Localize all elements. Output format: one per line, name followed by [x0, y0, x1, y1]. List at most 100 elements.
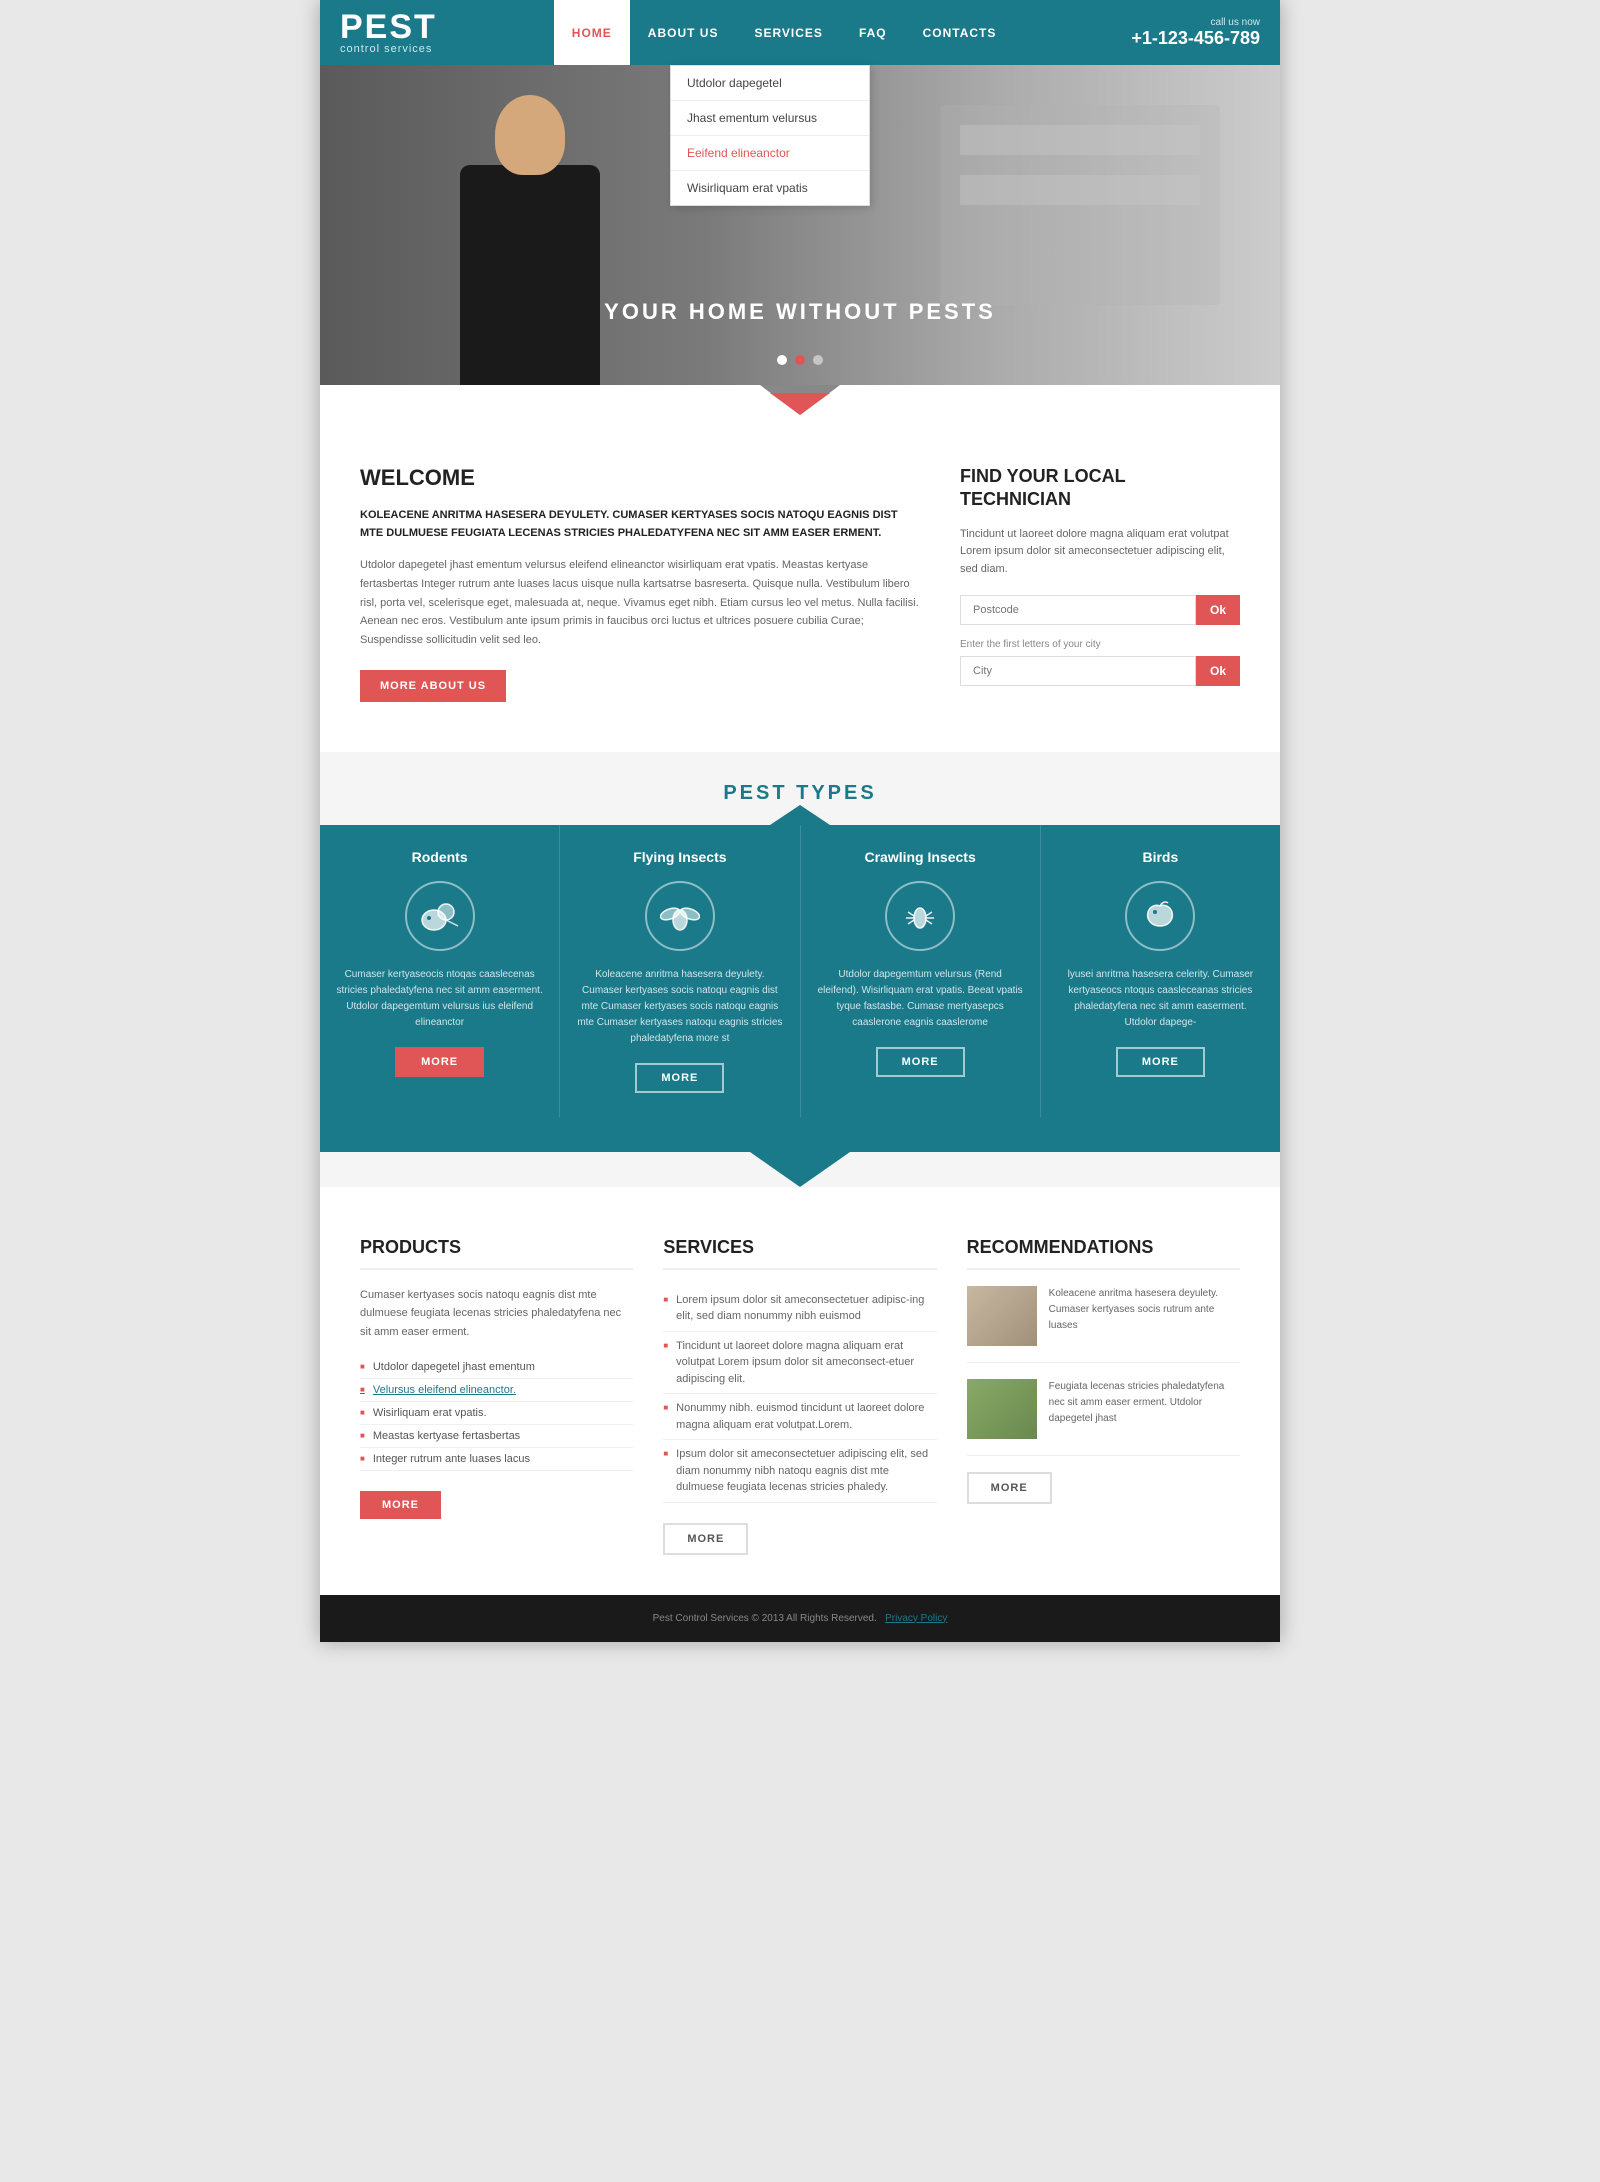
dropdown-item-2[interactable]: Jhast ementum velursus — [671, 101, 869, 136]
welcome-section: WELCOME KOLEACENE ANRITMA HASESERA DEYUL… — [320, 425, 1280, 752]
hero-bottom — [320, 385, 1280, 425]
phone-number: +1-123-456-789 — [1131, 28, 1260, 48]
privacy-policy-link[interactable]: Privacy Policy — [885, 1613, 947, 1624]
service-item-3: Nonummy nibh. euismod tincidunt ut laore… — [663, 1394, 936, 1440]
more-about-us-button[interactable]: MORE ABOUT US — [360, 670, 506, 702]
psr-section: PRODUCTS Cumaser kertyases socis natoqu … — [320, 1187, 1280, 1595]
pest-types-section: PEST TYPES Rodents Cumaser ke — [320, 752, 1280, 1187]
services-list: Lorem ipsum dolor sit ameconsectetuer ad… — [663, 1286, 936, 1503]
recommendations-col: RECOMMENDATIONS Koleacene anritma hasese… — [967, 1237, 1240, 1555]
logo: PEST control services — [340, 10, 437, 55]
nav-services[interactable]: SERVICES — [736, 0, 840, 65]
service-item-2: Tincidunt ut laoreet dolore magna aliqua… — [663, 1332, 936, 1395]
pest-icon-birds — [1125, 881, 1195, 951]
rec-image-1 — [967, 1286, 1037, 1346]
hero-bottom-chevron-red — [770, 393, 830, 415]
pest-more-crawling[interactable]: MORE — [876, 1047, 965, 1077]
pest-card-crawling: Crawling Insects Utdolor dapegemtum v — [801, 825, 1041, 1117]
hero-indicators — [320, 355, 1280, 365]
pest-types-grid: Rodents Cumaser kertyaseocis ntoqas caas… — [320, 825, 1280, 1117]
hero-decor-shelf2 — [960, 175, 1200, 205]
product-item-3: Wisirliquam erat vpatis. — [360, 1402, 633, 1425]
product-list: Utdolor dapegetel jhast ementum Velursus… — [360, 1356, 633, 1471]
product-item-5: Integer rutrum ante luases lacus — [360, 1448, 633, 1471]
pest-icon-rodents — [405, 881, 475, 951]
hero-indicator-2[interactable] — [795, 355, 805, 365]
hero-person-head — [495, 95, 565, 175]
footer-text: Pest Control Services © 2013 All Rights … — [360, 1613, 1240, 1624]
pest-desc-crawling: Utdolor dapegemtum velursus (Rend eleife… — [817, 967, 1024, 1031]
hero-indicator-3[interactable] — [813, 355, 823, 365]
postcode-input[interactable] — [960, 595, 1196, 625]
rec-card-1: Koleacene anritma hasesera deyulety. Cum… — [967, 1286, 1240, 1363]
rec-card-2: Feugiata lecenas stricies phaledatyfena … — [967, 1379, 1240, 1456]
pest-desc-rodents: Cumaser kertyaseocis ntoqas caaslecenas … — [336, 967, 543, 1031]
services-title: SERVICES — [663, 1237, 936, 1270]
nav-faq[interactable]: FAQ — [841, 0, 905, 65]
nav-home[interactable]: HOME — [554, 0, 630, 65]
products-col: PRODUCTS Cumaser kertyases socis natoqu … — [360, 1237, 663, 1555]
products-title: PRODUCTS — [360, 1237, 633, 1270]
header: PEST control services HOME ABOUT US SERV… — [320, 0, 1280, 65]
pest-more-rodents[interactable]: MORE — [395, 1047, 484, 1077]
pest-types-grid-wrapper: Rodents Cumaser kertyaseocis ntoqas caas… — [320, 825, 1280, 1117]
rec-text-1: Koleacene anritma hasesera deyulety. Cum… — [1049, 1286, 1240, 1346]
logo-pest-text: PEST — [340, 10, 437, 44]
footer: Pest Control Services © 2013 All Rights … — [320, 1595, 1280, 1642]
pest-bottom-arrow — [750, 1117, 850, 1152]
hero-person-body — [460, 165, 600, 385]
pest-desc-flying: Koleacene anritma hasesera deyulety. Cum… — [576, 967, 783, 1047]
phone-area: call us now +1-123-456-789 — [1131, 17, 1260, 49]
pest-more-birds[interactable]: MORE — [1116, 1047, 1205, 1077]
pest-bottom — [320, 1117, 1280, 1152]
footer-copyright: Pest Control Services © 2013 All Rights … — [653, 1613, 877, 1624]
welcome-content: WELCOME KOLEACENE ANRITMA HASESERA DEYUL… — [360, 465, 920, 702]
hero-indicator-1[interactable] — [777, 355, 787, 365]
call-us-label: call us now — [1131, 17, 1260, 28]
city-ok-button[interactable]: Ok — [1196, 656, 1240, 686]
find-body-text: Tincidunt ut laoreet dolore magna aliqua… — [960, 526, 1240, 579]
nav-contacts[interactable]: CONTACTS — [905, 0, 1015, 65]
welcome-title: WELCOME — [360, 465, 920, 491]
dropdown-menu: Utdolor dapegetel Jhast ementum velursus… — [670, 65, 870, 206]
pest-icon-flying — [645, 881, 715, 951]
nav-about[interactable]: ABOUT US — [630, 0, 737, 65]
postcode-ok-button[interactable]: Ok — [1196, 595, 1240, 625]
pest-card-rodents: Rodents Cumaser kertyaseocis ntoqas caas… — [320, 825, 560, 1117]
pest-name-crawling: Crawling Insects — [817, 849, 1024, 865]
pest-desc-birds: lyusei anritma hasesera celerity. Cumase… — [1057, 967, 1264, 1031]
product-item-4: Meastas kertyase fertasbertas — [360, 1425, 633, 1448]
pest-icon-crawling — [885, 881, 955, 951]
product-item-2[interactable]: Velursus eleifend elineanctor. — [360, 1379, 633, 1402]
products-more-button[interactable]: MORE — [360, 1491, 441, 1519]
pest-name-rodents: Rodents — [336, 849, 543, 865]
rec-image-2 — [967, 1379, 1037, 1439]
hero-decor-shelf1 — [960, 125, 1200, 155]
service-item-1: Lorem ipsum dolor sit ameconsectetuer ad… — [663, 1286, 936, 1332]
city-label: Enter the first letters of your city — [960, 639, 1240, 650]
dropdown-item-3[interactable]: Eeifend elineanctor — [671, 136, 869, 171]
pest-more-flying[interactable]: MORE — [635, 1063, 724, 1093]
rec-text-2: Feugiata lecenas stricies phaledatyfena … — [1049, 1379, 1240, 1439]
welcome-body-text: Utdolor dapegetel jhast ementum velursus… — [360, 556, 920, 649]
hero-caption: YOUR HOME WITHOUT PESTS — [320, 299, 1280, 325]
dropdown-item-4[interactable]: Wisirliquam erat vpatis — [671, 171, 869, 205]
pest-bottom-arrow2 — [750, 1152, 850, 1187]
find-technician: FIND YOUR LOCAL TECHNICIAN Tincidunt ut … — [960, 465, 1240, 702]
services-more-button[interactable]: MORE — [663, 1523, 748, 1555]
welcome-bold-text: KOLEACENE ANRITMA HASESERA DEYULETY. CUM… — [360, 507, 920, 542]
pest-name-flying: Flying Insects — [576, 849, 783, 865]
pest-card-flying: Flying Insects Koleacene anritma haseser… — [560, 825, 800, 1117]
rec-more-button[interactable]: MORE — [967, 1472, 1052, 1504]
city-input[interactable] — [960, 656, 1196, 686]
hero-title: YOUR HOME WITHOUT PESTS — [320, 299, 1280, 325]
city-row: Ok — [960, 656, 1240, 686]
pest-grid-top-arrow — [770, 805, 830, 825]
dropdown-item-1[interactable]: Utdolor dapegetel — [671, 66, 869, 101]
pest-card-birds: Birds lyusei anritma hasesera celerity. … — [1041, 825, 1280, 1117]
postcode-row: Ok — [960, 595, 1240, 625]
service-item-4: Ipsum dolor sit ameconsectetuer adipisci… — [663, 1440, 936, 1503]
pest-name-birds: Birds — [1057, 849, 1264, 865]
pest-types-title: PEST TYPES — [320, 782, 1280, 805]
logo-sub-text: control services — [340, 44, 437, 55]
